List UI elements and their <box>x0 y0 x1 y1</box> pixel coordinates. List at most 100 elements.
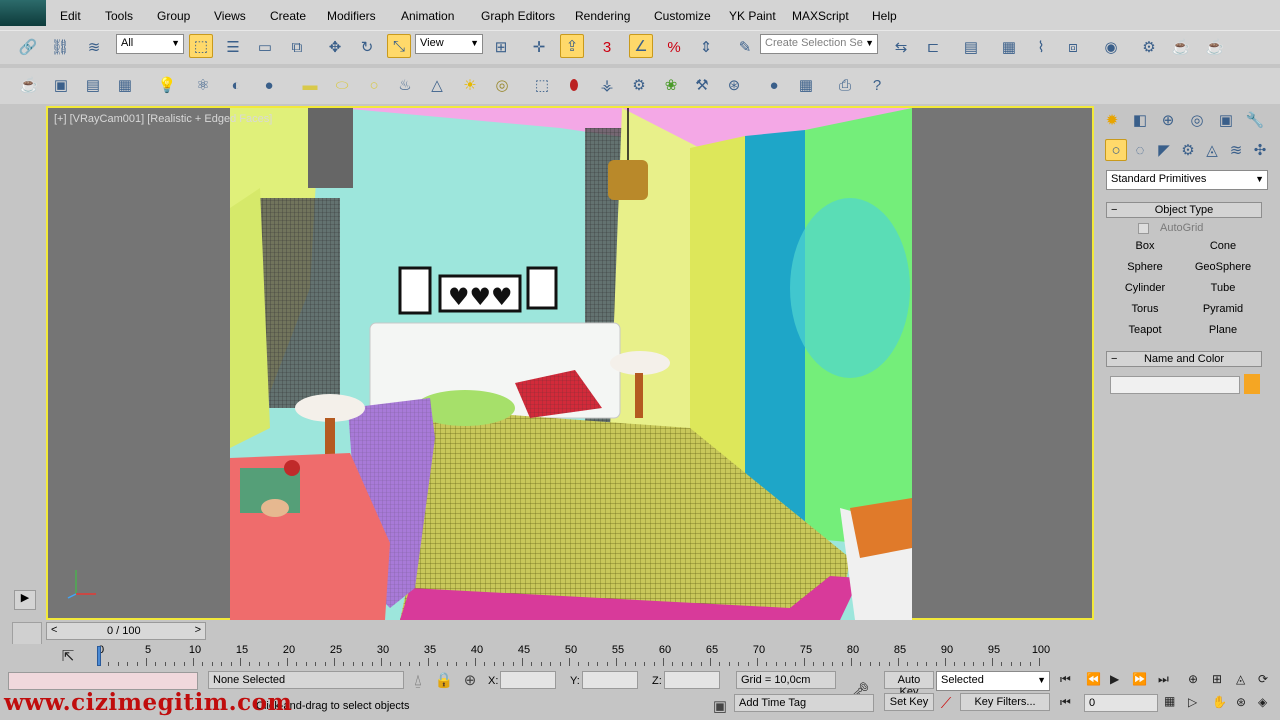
cameras-icon[interactable]: ⚙ <box>1177 139 1199 161</box>
go-to-start-icon[interactable]: ⏮ <box>1060 672 1071 687</box>
teapot-render-icon[interactable]: ☕ <box>17 73 41 97</box>
rotate-icon[interactable]: ↻ <box>355 35 379 59</box>
create-tab-icon[interactable]: ✹ <box>1100 108 1124 132</box>
selection-lock-icon[interactable]: 🔒 <box>434 668 454 692</box>
autogrid-checkbox[interactable] <box>1138 223 1149 234</box>
help-icon[interactable]: ? <box>865 73 889 97</box>
camera-viewport[interactable]: ♥♥♥ [+] [VRayCam001] [Realistic + Edged … <box>46 106 1094 620</box>
vray-sphere-icon[interactable]: ⊛ <box>722 73 746 97</box>
go-to-end-icon[interactable]: ⏭ <box>1158 672 1169 687</box>
align-icon[interactable]: ⊏ <box>921 35 945 59</box>
viewport-label[interactable]: [+] [VRayCam001] [Realistic + Edged Face… <box>54 113 272 125</box>
menu-edit[interactable]: Edit <box>60 9 81 23</box>
utilities-tab-icon[interactable]: 🔧 <box>1243 108 1267 132</box>
plane-object-icon[interactable]: ⚒ <box>690 73 714 97</box>
geometry-icon[interactable]: ○ <box>1105 139 1127 161</box>
link-icon[interactable]: 🔗 <box>16 35 40 59</box>
dome-light-icon[interactable]: ⬭ <box>330 73 354 97</box>
lights-icon[interactable]: ◤ <box>1153 139 1175 161</box>
select-object-icon[interactable]: ⬚ <box>189 34 213 58</box>
plane-light-icon[interactable]: ▬ <box>298 73 322 97</box>
vray-material-icon[interactable]: ◐ <box>224 73 248 97</box>
zoom-all-icon[interactable]: ⊞ <box>1212 672 1222 686</box>
lightmap-sphere-icon[interactable]: ● <box>762 73 786 97</box>
box-button[interactable]: Box <box>1108 237 1182 256</box>
spinner-snap-icon[interactable]: ⇕ <box>694 35 718 59</box>
angle-snap-icon[interactable]: ∠ <box>629 34 653 58</box>
window-crossing-icon[interactable]: ⧉ <box>285 35 309 59</box>
display-tab-icon[interactable]: ▣ <box>1214 108 1238 132</box>
shapes-icon[interactable]: ◌ <box>1129 139 1151 161</box>
pan-icon[interactable]: ✋ <box>1212 695 1227 709</box>
absolute-mode-icon[interactable]: ⊕ <box>460 668 480 692</box>
cylinder-button[interactable]: Cylinder <box>1108 279 1182 298</box>
motion-tab-icon[interactable]: ◎ <box>1185 108 1209 132</box>
snaps-toggle-icon[interactable]: 3 <box>595 35 619 59</box>
bind-space-warp-icon[interactable]: ≋ <box>82 35 106 59</box>
isolate-icon[interactable]: ⍙ <box>408 668 428 692</box>
rect-selection-icon[interactable]: ▭ <box>253 35 277 59</box>
sphere-light-icon[interactable]: ○ <box>362 73 386 97</box>
zoom-icon[interactable]: ⊕ <box>1188 672 1198 686</box>
auto-key-button[interactable]: Auto Key <box>884 671 934 698</box>
cone-button[interactable]: Cone <box>1186 237 1260 256</box>
graphite-ribbon-icon[interactable]: ▦ <box>997 35 1021 59</box>
render-production-icon[interactable]: ☕ <box>1203 35 1227 59</box>
maximize-viewport-icon[interactable]: ◈ <box>1258 695 1267 709</box>
vray-fur-icon[interactable]: ❀ <box>659 73 683 97</box>
torus-button[interactable]: Torus <box>1108 300 1182 319</box>
key-filters-button[interactable]: Key Filters... <box>960 693 1050 711</box>
category-dropdown[interactable]: Standard Primitives ▼ <box>1106 170 1268 190</box>
schematic-view-icon[interactable]: ⧈ <box>1061 35 1085 59</box>
key-mode-dropdown[interactable]: Selected ▼ <box>936 671 1050 691</box>
object-color-swatch[interactable] <box>1244 374 1260 394</box>
fur-icon[interactable]: ⚙ <box>627 73 651 97</box>
menu-graph-editors[interactable]: Graph Editors <box>481 9 555 23</box>
x-coordinate-field[interactable] <box>500 671 556 689</box>
default-in-out-tangents-icon[interactable]: ⟋ <box>936 691 956 715</box>
plane-button[interactable]: Plane <box>1186 321 1260 340</box>
menu-group[interactable]: Group <box>157 9 190 23</box>
app-logo[interactable] <box>0 0 46 26</box>
sphere-button[interactable]: Sphere <box>1108 258 1182 277</box>
select-by-name-icon[interactable]: ☰ <box>221 35 245 59</box>
menu-help[interactable]: Help <box>872 9 897 23</box>
scene-converter-icon[interactable]: ⚛ <box>191 73 215 97</box>
ambient-light-icon[interactable]: ◎ <box>490 73 514 97</box>
maxscript-listener[interactable] <box>8 672 198 690</box>
layer-manager-icon[interactable]: ▤ <box>959 35 983 59</box>
keyboard-shortcut-override-icon[interactable]: ⇪ <box>560 34 584 58</box>
time-tag-icon[interactable]: ▣ <box>710 694 730 718</box>
environment-icon[interactable]: ▦ <box>794 73 818 97</box>
tube-button[interactable]: Tube <box>1186 279 1260 298</box>
render-elements-icon[interactable]: ▦ <box>113 73 137 97</box>
y-coordinate-field[interactable] <box>582 671 638 689</box>
modify-tab-icon[interactable]: ◧ <box>1128 108 1152 132</box>
key-icon[interactable]: ⇱ <box>56 644 80 668</box>
selection-filter-dropdown[interactable]: All ▼ <box>116 34 184 54</box>
teapot-button[interactable]: Teapot <box>1108 321 1182 340</box>
menu-yk-paint[interactable]: YK Paint <box>729 9 776 23</box>
time-slider[interactable]: < 0 / 100 > <box>46 622 206 640</box>
proxy-icon[interactable]: ⬚ <box>530 73 554 97</box>
batch-render-icon[interactable]: ⎙ <box>833 73 857 97</box>
geosphere-button[interactable]: GeoSphere <box>1186 258 1260 277</box>
scale-icon[interactable]: ⤡ <box>387 34 411 58</box>
frame-buffer-icon[interactable]: ▣ <box>49 73 73 97</box>
field-of-view-icon[interactable]: ◬ <box>1236 672 1245 686</box>
vray-physical-camera-icon[interactable]: ⬮ <box>562 73 586 97</box>
ies-light-icon[interactable]: ♨ <box>393 73 417 97</box>
pyramid-button[interactable]: Pyramid <box>1186 300 1260 319</box>
time-prev-arrow[interactable]: < <box>51 624 57 636</box>
material-balls-icon[interactable]: ● <box>257 73 281 97</box>
viewport-expand-button[interactable]: ▶ <box>14 590 36 610</box>
unlink-icon[interactable]: ⛓ <box>48 35 72 59</box>
time-cursor[interactable] <box>97 646 101 666</box>
menu-create[interactable]: Create <box>270 9 306 23</box>
select-manipulate-icon[interactable]: ✛ <box>527 35 551 59</box>
walk-through-icon[interactable]: ⊛ <box>1236 695 1246 709</box>
space-warps-icon[interactable]: ≋ <box>1225 139 1247 161</box>
key-mode-toggle-icon[interactable]: ⏮ <box>1060 695 1071 710</box>
menu-rendering[interactable]: Rendering <box>575 9 630 23</box>
menu-customize[interactable]: Customize <box>654 9 711 23</box>
